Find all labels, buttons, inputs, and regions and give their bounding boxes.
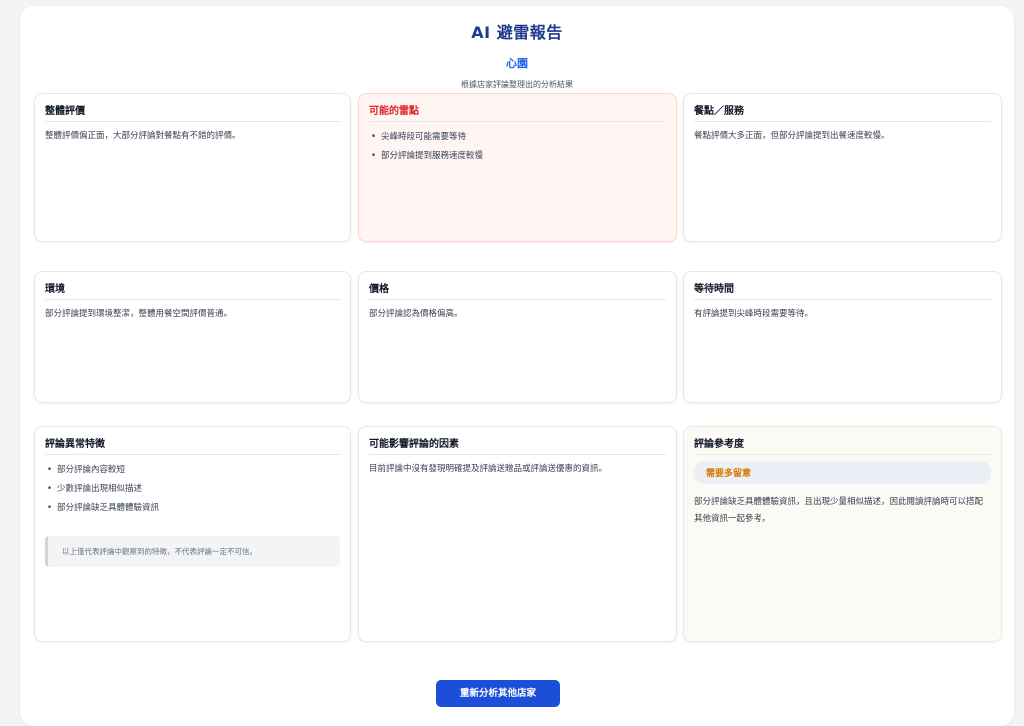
card-price: 價格 部分評論認為價格偏高。 — [358, 271, 677, 403]
report-header: AI 避雷報告 心園 根據店家評論整理出的分析結果 — [20, 6, 1014, 90]
report-panel: AI 避雷報告 心園 根據店家評論整理出的分析結果 整體評價 整體評價偏正面，大… — [20, 6, 1014, 726]
card-title: 可能影響評論的因素 — [369, 435, 666, 455]
card-title: 評論參考度 — [694, 435, 991, 455]
card-anomalies: 評論異常特徵 部分評論內容較短 少數評論出現相似描述 部分評論缺乏具體體驗資訊 … — [34, 426, 351, 642]
card-title: 整體評價 — [45, 102, 340, 122]
card-title: 可能的雷點 — [369, 102, 666, 122]
card-title: 環境 — [45, 280, 340, 300]
card-title: 餐點／服務 — [694, 102, 991, 122]
card-text: 餐點評價大多正面，但部分評論提到出餐速度較慢。 — [694, 131, 890, 141]
card-text: 整體評價偏正面，大部分評論對餐點有不錯的評價。 — [45, 131, 241, 141]
card-title: 等待時間 — [694, 280, 991, 300]
card-text: 部分評論認為價格偏高。 — [369, 309, 463, 319]
pitfall-list: 尖峰時段可能需要等待 部分評論提到服務速度較慢 — [369, 128, 666, 166]
store-name: 心園 — [506, 57, 528, 70]
list-item: 部分評論缺乏具體體驗資訊 — [45, 499, 340, 518]
page-subtitle: 根據店家評論整理出的分析結果 — [461, 80, 573, 89]
card-food-service: 餐點／服務 餐點評價大多正面，但部分評論提到出餐速度較慢。 — [683, 93, 1002, 242]
card-title: 評論異常特徵 — [45, 435, 340, 455]
card-pitfalls: 可能的雷點 尖峰時段可能需要等待 部分評論提到服務速度較慢 — [358, 93, 677, 242]
reference-badge: 需要多留意 — [694, 461, 991, 484]
anomaly-list: 部分評論內容較短 少數評論出現相似描述 部分評論缺乏具體體驗資訊 — [45, 461, 340, 518]
list-item: 尖峰時段可能需要等待 — [369, 128, 666, 147]
card-text: 有評論提到尖峰時段需要等待。 — [694, 309, 814, 319]
anomaly-note: 以上僅代表評論中觀察到的特徵，不代表評論一定不可信。 — [45, 536, 340, 567]
card-reference: 評論參考度 需要多留意 部分評論缺乏具體體驗資訊，且出現少量相似描述，因此閱讀評… — [683, 426, 1002, 642]
card-overall: 整體評價 整體評價偏正面，大部分評論對餐點有不錯的評價。 — [34, 93, 351, 242]
reanalyze-button[interactable]: 重新分析其他店家 — [436, 680, 560, 707]
card-text: 部分評論缺乏具體體驗資訊，且出現少量相似描述，因此閱讀評論時可以搭配其他資訊一起… — [694, 497, 984, 524]
card-factors: 可能影響評論的因素 目前評論中沒有發現明確提及評論送贈品或評論送優惠的資訊。 — [358, 426, 677, 642]
list-item: 少數評論出現相似描述 — [45, 480, 340, 499]
card-text: 目前評論中沒有發現明確提及評論送贈品或評論送優惠的資訊。 — [369, 464, 608, 474]
list-item: 部分評論內容較短 — [45, 461, 340, 480]
page-title: AI 避雷報告 — [471, 23, 563, 42]
card-text: 部分評論提到環境整潔，整體用餐空間評價普通。 — [45, 309, 233, 319]
card-title: 價格 — [369, 280, 666, 300]
card-environment: 環境 部分評論提到環境整潔，整體用餐空間評價普通。 — [34, 271, 351, 403]
list-item: 部分評論提到服務速度較慢 — [369, 147, 666, 166]
card-wait-time: 等待時間 有評論提到尖峰時段需要等待。 — [683, 271, 1002, 403]
